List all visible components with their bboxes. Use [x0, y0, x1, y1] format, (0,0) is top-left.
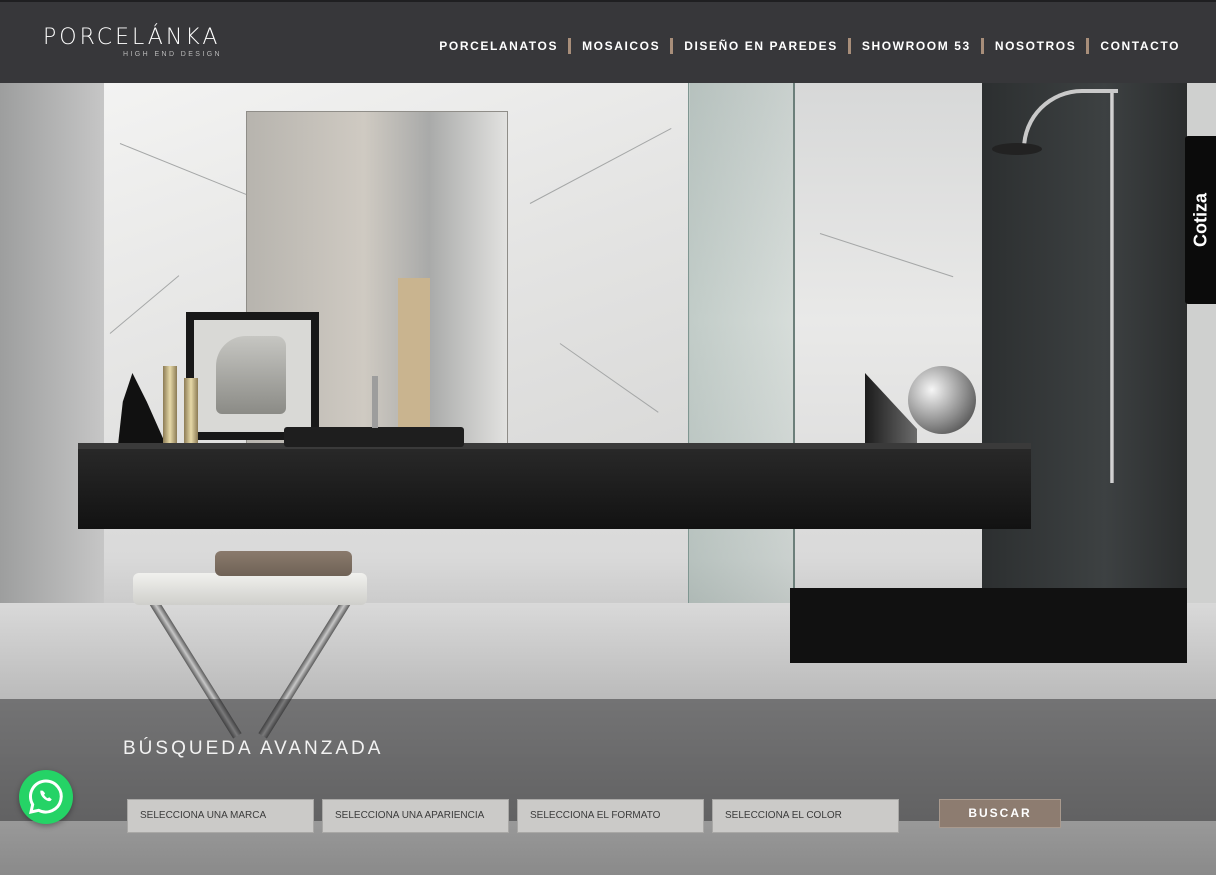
logo-wordmark: PORCELÁNKA — [43, 25, 221, 50]
nav-separator — [1086, 38, 1090, 54]
vanity — [78, 443, 1031, 529]
search-button[interactable]: BUSCAR — [939, 799, 1061, 828]
logo-tagline: HIGH END DESIGN — [123, 51, 223, 58]
whatsapp-button[interactable] — [19, 770, 73, 824]
nav-separator — [847, 38, 851, 54]
glass-panel — [688, 83, 795, 663]
nav-item-contacto[interactable]: CONTACTO — [1100, 39, 1180, 53]
advanced-search-title: BÚSQUEDA AVANZADA — [123, 738, 384, 759]
whatsapp-icon — [29, 779, 63, 814]
framed-art — [186, 312, 319, 440]
appearance-select[interactable]: SELECCIONA UNA APARIENCIA — [322, 799, 509, 833]
logo[interactable]: PORCELÁNKA HIGH END DESIGN — [43, 25, 221, 59]
cotiza-tab[interactable]: Cotiza — [1185, 136, 1216, 304]
color-select[interactable]: SELECCIONA EL COLOR — [712, 799, 899, 833]
nav-separator — [670, 38, 674, 54]
brand-select[interactable]: SELECCIONA UNA MARCA — [127, 799, 314, 833]
cotiza-label: Cotiza — [1190, 193, 1210, 247]
nav-separator — [568, 38, 572, 54]
nav-item-mosaicos[interactable]: MOSAICOS — [582, 39, 660, 53]
nav-item-porcelanatos[interactable]: PORCELANATOS — [439, 39, 558, 53]
nav-item-showroom-53[interactable]: SHOWROOM 53 — [862, 39, 971, 53]
site-header: PORCELÁNKA HIGH END DESIGN PORCELANATOS … — [0, 0, 1216, 83]
main-nav: PORCELANATOS MOSAICOS DISEÑO EN PAREDES … — [439, 38, 1180, 54]
format-select[interactable]: SELECCIONA EL FORMATO — [517, 799, 704, 833]
nav-separator — [980, 38, 984, 54]
nav-item-diseno-en-paredes[interactable]: DISEÑO EN PAREDES — [684, 39, 838, 53]
stool — [133, 573, 367, 605]
nav-item-nosotros[interactable]: NOSOTROS — [995, 39, 1076, 53]
